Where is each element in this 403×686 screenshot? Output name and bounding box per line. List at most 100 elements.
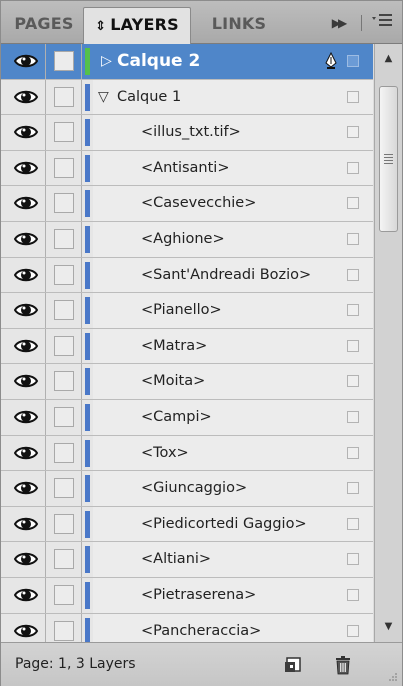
visibility-eye-icon[interactable] xyxy=(13,52,39,70)
fast-forward-icon[interactable]: ▶▶ xyxy=(323,11,353,35)
layer-color-swatch xyxy=(85,119,90,147)
visibility-eye-icon[interactable] xyxy=(13,622,39,640)
layer-color-swatch xyxy=(85,297,90,325)
selection-square-icon[interactable] xyxy=(347,588,359,601)
expand-triangle-open-icon[interactable]: ▽ xyxy=(98,80,109,115)
lock-toggle[interactable] xyxy=(54,264,74,285)
layer-label: Calque 2 xyxy=(117,51,201,71)
object-label: <Pancheraccia> xyxy=(141,622,262,639)
selection-square-icon[interactable] xyxy=(347,517,359,530)
visibility-eye-icon[interactable] xyxy=(13,586,39,604)
lock-toggle[interactable] xyxy=(54,122,74,143)
object-row[interactable]: <illus_txt.tif> xyxy=(1,115,373,151)
visibility-eye-icon[interactable] xyxy=(13,444,39,462)
selection-square-icon[interactable] xyxy=(347,375,359,388)
visibility-eye-icon[interactable] xyxy=(13,88,39,106)
lock-toggle[interactable] xyxy=(54,478,74,499)
lock-toggle[interactable] xyxy=(54,193,74,214)
visibility-eye-icon[interactable] xyxy=(13,194,39,212)
object-row[interactable]: <Sant'Andreadi Bozio> xyxy=(1,257,373,294)
lock-toggle[interactable] xyxy=(54,157,74,178)
layer-color-swatch xyxy=(85,154,90,182)
expand-triangle-closed-icon[interactable]: ▷ xyxy=(101,44,112,79)
visibility-eye-icon[interactable] xyxy=(13,479,39,497)
object-row[interactable]: <Casevecchie> xyxy=(1,186,373,222)
object-row[interactable]: <Giuncaggio> xyxy=(1,471,373,507)
tab-sort-arrow-icon: ⇕ xyxy=(95,19,107,34)
object-row[interactable]: <Moita> xyxy=(1,364,373,400)
selection-square-icon[interactable] xyxy=(347,339,359,352)
layer-color-swatch xyxy=(85,225,90,253)
object-row[interactable]: <Tox> xyxy=(1,435,373,472)
object-row[interactable]: <Antisanti> xyxy=(1,150,373,187)
object-row[interactable]: <Campi> xyxy=(1,399,373,436)
layer-color-swatch xyxy=(85,617,90,642)
lock-toggle[interactable] xyxy=(54,584,74,605)
object-label: <Piedicortedi Gaggio> xyxy=(141,515,307,532)
lock-toggle[interactable] xyxy=(54,371,74,392)
lock-toggle[interactable] xyxy=(54,300,74,321)
visibility-eye-icon[interactable] xyxy=(13,301,39,319)
tab-layers[interactable]: ⇕ LAYERS xyxy=(83,7,191,44)
visibility-eye-icon[interactable] xyxy=(13,515,39,533)
lock-toggle[interactable] xyxy=(54,549,74,570)
visibility-eye-icon[interactable] xyxy=(13,266,39,284)
layer-color-swatch xyxy=(85,332,90,360)
visibility-eye-icon[interactable] xyxy=(13,408,39,426)
object-row[interactable]: <Pancheraccia> xyxy=(1,613,373,642)
selection-square-icon[interactable] xyxy=(347,55,359,67)
selection-square-icon[interactable] xyxy=(347,446,359,459)
selection-square-icon[interactable] xyxy=(347,624,359,637)
selection-square-icon[interactable] xyxy=(347,304,359,317)
layer-color-swatch xyxy=(85,261,90,289)
object-label: <illus_txt.tif> xyxy=(141,124,241,141)
object-row[interactable]: <Aghione> xyxy=(1,221,373,258)
panel-menu-icon[interactable] xyxy=(367,11,397,35)
scroll-thumb[interactable] xyxy=(379,86,398,232)
visibility-eye-icon[interactable] xyxy=(13,159,39,177)
lock-toggle[interactable] xyxy=(54,51,74,71)
object-row[interactable]: <Matra> xyxy=(1,328,373,365)
lock-toggle[interactable] xyxy=(54,442,74,463)
tab-links[interactable]: LINKS xyxy=(199,7,279,43)
layer-color-swatch xyxy=(85,190,90,218)
visibility-eye-icon[interactable] xyxy=(13,337,39,355)
lock-toggle[interactable] xyxy=(54,86,74,107)
object-row[interactable]: <Piedicortedi Gaggio> xyxy=(1,506,373,543)
selection-square-icon[interactable] xyxy=(347,268,359,281)
layer-row[interactable]: ▷ Calque 2 xyxy=(1,44,373,80)
selection-square-icon[interactable] xyxy=(347,126,359,139)
object-row[interactable]: <Pianello> xyxy=(1,293,373,329)
object-row[interactable]: <Pietraserena> xyxy=(1,577,373,614)
selection-square-icon[interactable] xyxy=(347,482,359,495)
lock-toggle[interactable] xyxy=(54,228,74,249)
scroll-up-icon[interactable]: ▲ xyxy=(375,48,402,70)
resize-grip-icon[interactable] xyxy=(388,672,398,682)
panel-tab-bar: PAGES ⇕ LAYERS LINKS ▶▶ xyxy=(1,1,402,44)
selection-square-icon[interactable] xyxy=(347,161,359,174)
lock-toggle[interactable] xyxy=(54,335,74,356)
scroll-down-icon[interactable]: ▼ xyxy=(375,616,402,638)
layer-list: ▷ Calque 2 ▽ Calque 1 <illus_txt.tif> <Antisa… xyxy=(1,44,373,642)
visibility-eye-icon[interactable] xyxy=(13,550,39,568)
lock-toggle[interactable] xyxy=(54,406,74,427)
lock-toggle[interactable] xyxy=(54,513,74,534)
selection-square-icon[interactable] xyxy=(347,197,359,210)
trash-icon[interactable] xyxy=(333,655,353,675)
selection-square-icon[interactable] xyxy=(347,553,359,566)
visibility-eye-icon[interactable] xyxy=(13,123,39,141)
object-row[interactable]: <Altiani> xyxy=(1,542,373,578)
lock-toggle[interactable] xyxy=(54,620,74,641)
new-layer-icon[interactable] xyxy=(283,655,303,675)
scrollbar[interactable]: ▲ ▼ xyxy=(374,44,402,642)
selection-square-icon[interactable] xyxy=(347,232,359,245)
layer-row[interactable]: ▽ Calque 1 xyxy=(1,79,373,116)
selection-square-icon[interactable] xyxy=(347,410,359,423)
visibility-eye-icon[interactable] xyxy=(13,230,39,248)
object-label: <Moita> xyxy=(141,373,206,390)
visibility-eye-icon[interactable] xyxy=(13,372,39,390)
object-label: <Matra> xyxy=(141,337,208,354)
layer-color-swatch xyxy=(85,581,90,609)
tab-pages[interactable]: PAGES xyxy=(5,7,83,43)
selection-square-icon[interactable] xyxy=(347,90,359,103)
